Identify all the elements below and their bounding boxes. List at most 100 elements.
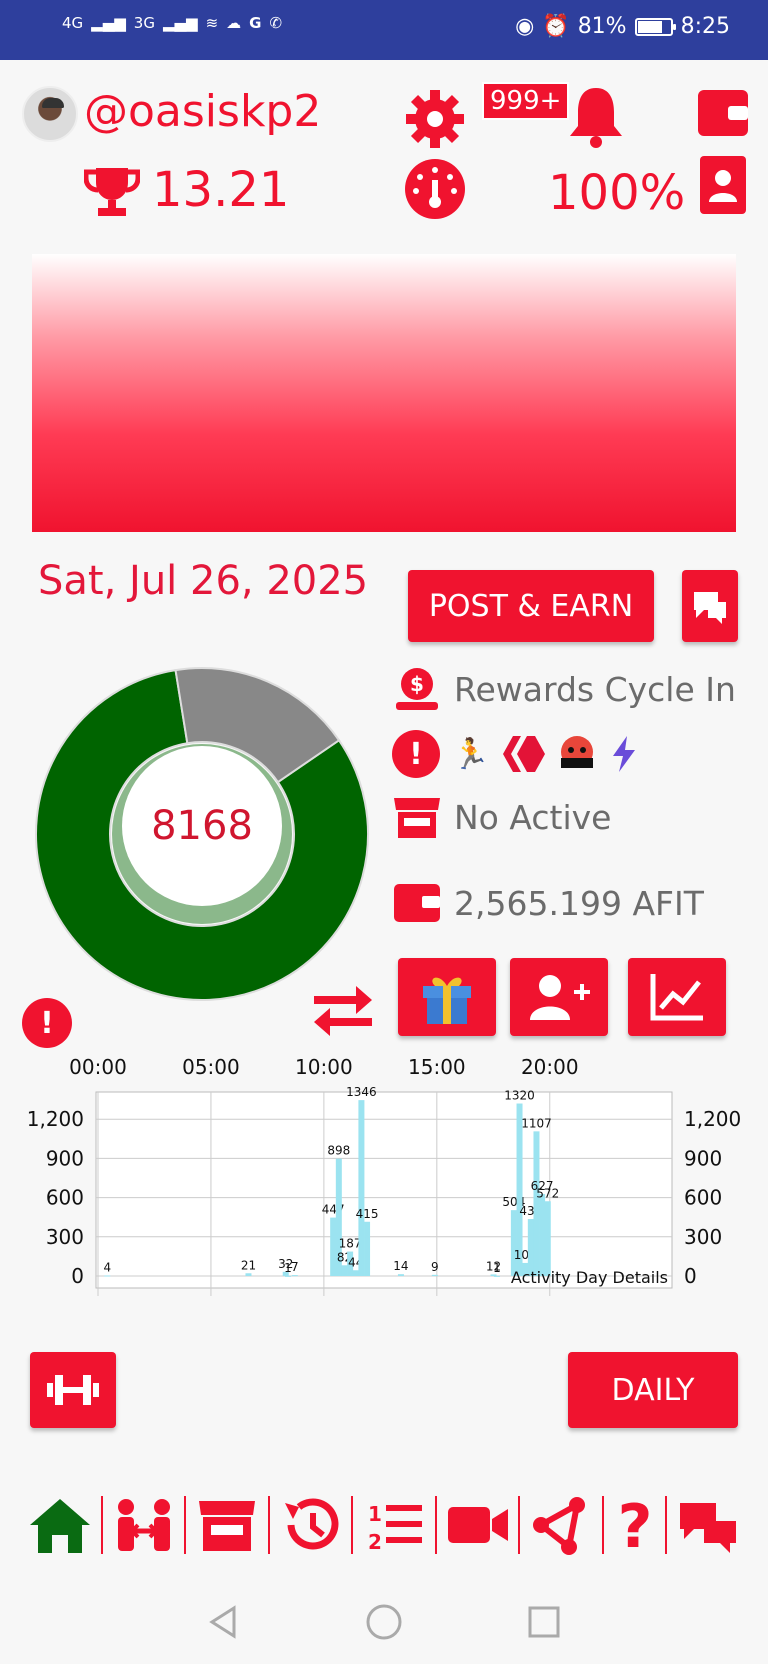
activity-bar bbox=[104, 1275, 111, 1277]
notification-badge: 999+ bbox=[482, 82, 570, 120]
steps-count: 8168 bbox=[122, 746, 282, 906]
y-tick-label-left: 0 bbox=[71, 1264, 84, 1288]
bar-value-label: 572 bbox=[536, 1186, 559, 1200]
activity-bar bbox=[539, 1194, 546, 1276]
username[interactable]: @oasiskp2 bbox=[84, 86, 321, 137]
angry-face-icon[interactable] bbox=[557, 734, 597, 774]
y-tick-label-left: 300 bbox=[46, 1225, 84, 1249]
market-row[interactable]: No Active bbox=[392, 792, 611, 842]
activity-bar bbox=[358, 1100, 365, 1276]
avatar[interactable] bbox=[22, 86, 78, 142]
bar-value-label: 1320 bbox=[504, 1089, 535, 1103]
chart-legend: Activity Day Details bbox=[511, 1268, 668, 1287]
activity-bar bbox=[285, 1275, 291, 1277]
daily-button[interactable]: DAILY bbox=[568, 1352, 738, 1428]
wallet-balance-icon bbox=[394, 884, 440, 922]
home-icon[interactable] bbox=[28, 1495, 92, 1555]
history-icon[interactable] bbox=[279, 1495, 343, 1555]
add-user-icon bbox=[530, 975, 590, 1020]
svg-text:$: $ bbox=[410, 672, 424, 696]
bar-value-label: 415 bbox=[356, 1207, 379, 1221]
nav-separator bbox=[665, 1496, 668, 1554]
google-icon: G bbox=[249, 14, 262, 32]
y-tick-label-right: 300 bbox=[684, 1225, 722, 1249]
svg-text:2: 2 bbox=[368, 1530, 382, 1554]
activity-bar bbox=[397, 1274, 404, 1276]
nav-separator bbox=[518, 1496, 521, 1554]
battery-percent: 81% bbox=[577, 14, 627, 39]
activity-bar bbox=[364, 1221, 371, 1276]
svg-text:1: 1 bbox=[368, 1502, 382, 1526]
clock-time: 8:25 bbox=[680, 14, 730, 39]
share-icon[interactable] bbox=[529, 1495, 593, 1555]
wallet-row[interactable]: 2,565.199 AFIT bbox=[392, 880, 704, 926]
signal-icon: ▂▄▆ bbox=[91, 14, 126, 32]
status-right: ◉ ⏰ 81% 8:25 bbox=[515, 14, 730, 39]
back-icon[interactable] bbox=[204, 1602, 244, 1642]
wallet-icon[interactable] bbox=[696, 84, 748, 140]
trophy-icon bbox=[84, 168, 140, 216]
signal-icon-2: ▂▄▆ bbox=[162, 14, 198, 32]
warning-icon[interactable]: ! bbox=[22, 998, 72, 1048]
runner-icon[interactable]: 🏃 bbox=[452, 737, 489, 772]
whatsapp-icon: ✆ bbox=[269, 14, 283, 32]
y-tick-label-left: 600 bbox=[46, 1186, 84, 1210]
leaderboard-icon[interactable]: 1 2 bbox=[362, 1495, 426, 1555]
speedometer-icon[interactable] bbox=[404, 158, 466, 220]
cloud-icon: ☁ bbox=[226, 14, 242, 32]
wifi-icon: ≋ bbox=[205, 14, 219, 32]
chat-icon bbox=[694, 592, 726, 624]
add-user-button[interactable] bbox=[510, 958, 608, 1036]
chart-plot-area bbox=[95, 1091, 673, 1289]
shop-nav-icon[interactable] bbox=[195, 1495, 259, 1555]
bell-icon[interactable] bbox=[566, 84, 626, 148]
swap-icon[interactable] bbox=[310, 978, 376, 1038]
chat-button[interactable] bbox=[682, 570, 738, 642]
status-left: 4G ▂▄▆ 3G ▂▄▆ ≋ ☁ G ✆ bbox=[62, 14, 282, 32]
bar-value-label: 187 bbox=[339, 1237, 362, 1251]
hive-icon[interactable] bbox=[501, 734, 546, 774]
bolt-icon[interactable] bbox=[609, 734, 639, 774]
hero-banner bbox=[32, 254, 736, 532]
bar-value-label: 1346 bbox=[346, 1085, 377, 1099]
activity-bar bbox=[510, 1210, 517, 1276]
bar-value-label: 1 bbox=[493, 1261, 501, 1275]
network-3g: 3G bbox=[133, 14, 155, 32]
video-icon[interactable] bbox=[446, 1495, 510, 1555]
bar-value-label: 9 bbox=[431, 1260, 439, 1274]
workout-button[interactable] bbox=[30, 1352, 116, 1428]
recents-icon[interactable] bbox=[524, 1602, 564, 1642]
y-tick-label-right: 900 bbox=[684, 1146, 722, 1170]
chat-nav-icon[interactable] bbox=[676, 1495, 740, 1555]
activity-bar bbox=[544, 1201, 551, 1276]
bar-value-label: 1107 bbox=[521, 1116, 552, 1130]
gear-icon[interactable] bbox=[404, 88, 466, 150]
status-bar: 4G ▂▄▆ 3G ▂▄▆ ≋ ☁ G ✆ ◉ ⏰ 81% 8:25 bbox=[0, 0, 768, 60]
y-tick-label-right: 0 bbox=[684, 1264, 697, 1288]
friends-icon[interactable] bbox=[112, 1495, 176, 1555]
rank-score: 13.21 bbox=[152, 162, 290, 218]
nav-separator bbox=[434, 1496, 437, 1554]
battery-fill bbox=[637, 20, 662, 33]
activity-bar bbox=[352, 1270, 359, 1276]
bar-value-label: 898 bbox=[327, 1144, 350, 1158]
x-tick-label: 10:00 bbox=[295, 1055, 353, 1079]
bottom-nav: 1 2 ? bbox=[28, 1490, 740, 1560]
nav-separator bbox=[351, 1496, 354, 1554]
nav-separator bbox=[267, 1496, 270, 1554]
date-label: Sat, Jul 26, 2025 bbox=[38, 558, 369, 604]
activity-bar bbox=[341, 1265, 348, 1276]
post-earn-button[interactable]: POST & EARN bbox=[408, 570, 654, 642]
alert-icon[interactable]: ! bbox=[392, 730, 440, 778]
activity-bar bbox=[533, 1131, 540, 1276]
home-system-icon[interactable] bbox=[364, 1602, 404, 1642]
y-tick-label-right: 1,200 bbox=[684, 1107, 741, 1131]
id-card-icon[interactable] bbox=[700, 156, 746, 214]
y-tick-label-left: 900 bbox=[46, 1146, 84, 1170]
dumbbell-icon bbox=[47, 1375, 99, 1405]
chart-button[interactable] bbox=[628, 958, 726, 1036]
gift-icon bbox=[423, 977, 471, 1024]
gift-button[interactable] bbox=[398, 958, 496, 1036]
rewards-row[interactable]: $ Rewards Cycle In bbox=[392, 664, 736, 714]
help-icon[interactable]: ? bbox=[613, 1495, 657, 1555]
